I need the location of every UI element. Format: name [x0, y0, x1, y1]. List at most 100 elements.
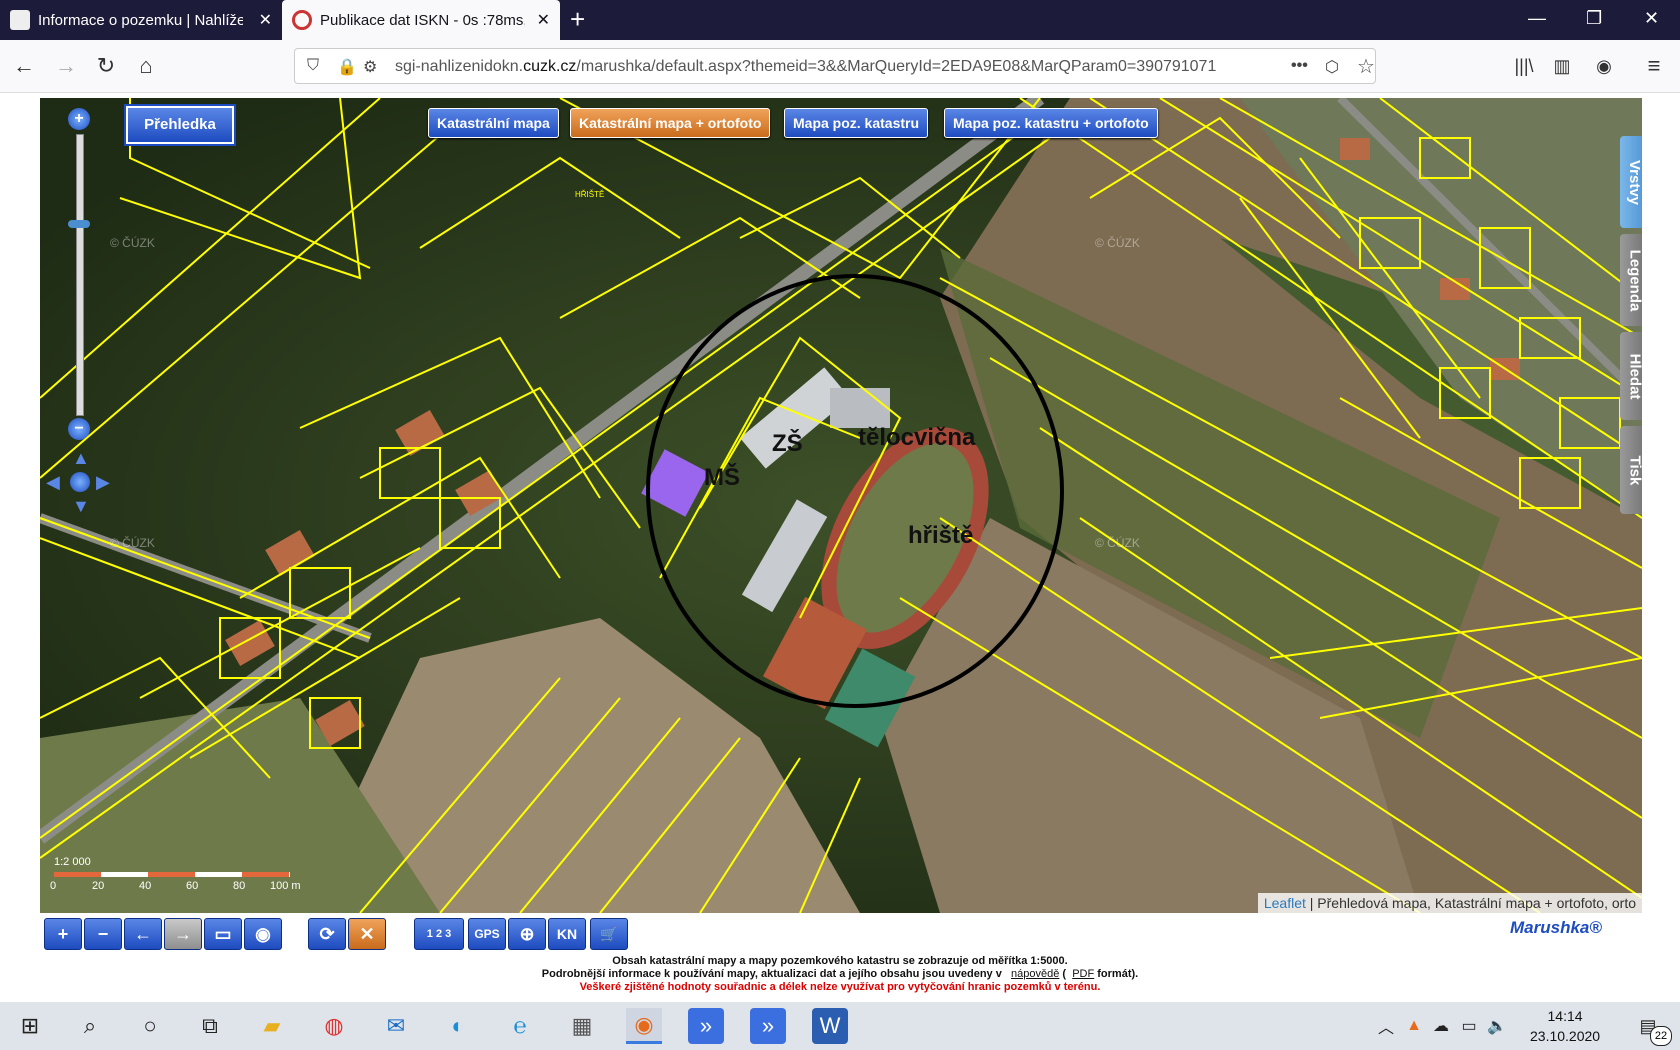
notification-count-badge: 22	[1650, 1026, 1672, 1046]
address-bar[interactable]: ⛉ 🔒 ⚙ sgi-nahlizenidokn.cuzk.cz/marushka…	[294, 48, 1376, 84]
minimize-icon[interactable]: —	[1528, 8, 1546, 29]
refresh-button[interactable]: ⟳	[308, 918, 346, 950]
browser-tab-strip: Informace o pozemku | Nahlížení do katas…	[0, 0, 1680, 40]
zoom-in-icon[interactable]: +	[68, 108, 90, 130]
restore-icon[interactable]: ❐	[1586, 8, 1602, 29]
full-extent-button[interactable]: ◉	[244, 918, 282, 950]
map-attribution: Leaflet | Přehledová mapa, Katastrální m…	[1257, 893, 1642, 913]
start-windows-icon[interactable]: ⊞	[12, 1008, 48, 1044]
chrome-icon[interactable]: ◍	[316, 1008, 352, 1044]
side-tab-label: Tisk	[1626, 455, 1643, 485]
shield-icon[interactable]: ⛉	[307, 57, 319, 75]
outlook-icon[interactable]: ✉	[378, 1008, 414, 1044]
scale-tick-label: 40	[139, 880, 152, 892]
sidebar-icon[interactable]: ▥	[1548, 52, 1576, 80]
pdf-link[interactable]: PDF	[1072, 968, 1094, 980]
side-tab-label: Vrstvy	[1626, 159, 1642, 205]
tab-informace-o-pozemku[interactable]: Informace o pozemku | Nahlížení do katas…	[0, 0, 282, 40]
file-explorer-icon[interactable]: ▰	[254, 1008, 290, 1044]
page-actions-icon[interactable]: •••	[1291, 57, 1308, 75]
label-telocvicna: tělocvična	[858, 424, 976, 451]
locate-button[interactable]: ⊕	[508, 918, 546, 950]
layer-katastralni-mapa-button[interactable]: Katastrální mapa	[428, 108, 559, 138]
network-icon[interactable]: ▭	[1458, 1008, 1480, 1044]
remote-app-icon[interactable]: »	[750, 1008, 786, 1044]
close-tab-icon[interactable]: ✕	[537, 10, 550, 30]
label-zs: ZŠ	[772, 430, 803, 457]
cortana-icon[interactable]: ○	[132, 1008, 168, 1044]
permissions-icon[interactable]: ⚙	[363, 57, 377, 77]
pan-down-icon[interactable]: ▼	[72, 496, 90, 517]
search-icon[interactable]: ⌕	[72, 1008, 108, 1044]
next-view-button[interactable]: →	[164, 918, 202, 950]
overview-map-button[interactable]: Přehledka	[124, 104, 236, 146]
leaflet-link[interactable]: Leaflet	[1264, 895, 1306, 911]
new-tab-button[interactable]: +	[570, 4, 585, 35]
zoom-in-button[interactable]: +	[44, 918, 82, 950]
side-tab-hledat[interactable]: Hledat	[1620, 332, 1642, 420]
remote-app-icon[interactable]: »	[688, 1008, 724, 1044]
tab-publikace-dat-iskn[interactable]: Publikace dat ISKN - 0s :78ms, ... ✕	[282, 0, 560, 40]
windows-taskbar: ⊞ ⌕ ○ ⧉ ▰ ◍ ✉ ◐ ℮ ▦ ◉ » » W ︿ ▲ ☁ ▭ 🔈 14…	[0, 1002, 1680, 1050]
gps-button[interactable]: GPS	[468, 918, 506, 950]
measure-button[interactable]: 1 2 3	[414, 918, 464, 950]
word-icon[interactable]: W	[812, 1008, 848, 1044]
pan-right-icon[interactable]: ▶	[96, 472, 110, 493]
clock[interactable]: 14:14 23.10.2020	[1530, 1006, 1600, 1046]
kn-button[interactable]: KN	[548, 918, 586, 950]
watermark-label: © ČÚZK	[110, 236, 155, 250]
layer-mapa-poz-katastru-button[interactable]: Mapa poz. katastru	[784, 108, 929, 138]
zoom-out-icon[interactable]: −	[68, 418, 90, 440]
layer-mapa-poz-katastru-ortofoto-button[interactable]: Mapa poz. katastru + ortofoto	[944, 108, 1158, 138]
insecure-lock-icon[interactable]: 🔒	[337, 57, 357, 77]
volume-icon[interactable]: 🔈	[1486, 1008, 1508, 1044]
label-hriste: hřiště	[908, 522, 974, 549]
help-link[interactable]: nápovědě	[1011, 968, 1059, 980]
pocket-icon[interactable]: ⬡	[1325, 57, 1339, 77]
forward-icon[interactable]: →	[52, 52, 80, 80]
layer-katastralni-mapa-ortofoto-button[interactable]: Katastrální mapa + ortofoto	[570, 108, 771, 138]
bookmark-star-icon[interactable]: ☆	[1357, 54, 1375, 79]
clock-time: 14:14	[1547, 1008, 1583, 1024]
info-line-2: Podrobnější informace k používání mapy, …	[0, 968, 1680, 980]
clock-date: 23.10.2020	[1530, 1028, 1601, 1044]
home-icon[interactable]: ⌂	[132, 52, 160, 80]
attribution-text: | Přehledová mapa, Katastrální mapa + or…	[1305, 895, 1636, 911]
close-window-icon[interactable]: ✕	[1644, 8, 1659, 29]
pan-control[interactable]: ▲ ◀ ▶ ▼	[46, 448, 116, 518]
menu-icon[interactable]: ≡	[1640, 52, 1668, 80]
internet-explorer-icon[interactable]: ℮	[502, 1008, 538, 1044]
side-tab-vrstvy[interactable]: Vrstvy	[1620, 136, 1642, 228]
cancel-button[interactable]: ✕	[348, 918, 386, 950]
pan-center-icon[interactable]	[70, 472, 90, 492]
pan-up-icon[interactable]: ▲	[72, 448, 90, 469]
firefox-icon[interactable]: ◉	[626, 1008, 662, 1044]
zoom-out-button[interactable]: −	[84, 918, 122, 950]
map-canvas[interactable]: © ČÚZK © ČÚZK © ČÚZK © ČÚZK HŘIŠTĚ MŠ ZŠ…	[40, 98, 1642, 913]
info-text: formát).	[1097, 968, 1139, 980]
previous-view-button[interactable]: ←	[124, 918, 162, 950]
task-view-icon[interactable]: ⧉	[192, 1008, 228, 1044]
ortophoto-with-parcels	[40, 98, 1642, 913]
library-icon[interactable]: |||\	[1510, 52, 1538, 80]
side-tab-legenda[interactable]: Legenda	[1620, 234, 1642, 326]
side-tab-tisk[interactable]: Tisk	[1620, 426, 1642, 514]
calculator-icon[interactable]: ▦	[564, 1008, 600, 1044]
account-icon[interactable]: ◉	[1590, 52, 1618, 80]
show-hidden-icons-icon[interactable]: ︿	[1376, 1008, 1396, 1044]
back-icon[interactable]: ←	[10, 52, 38, 80]
zoom-slider-handle[interactable]	[68, 220, 90, 228]
tray-app-icon[interactable]: ▲	[1404, 1008, 1424, 1044]
info-text: Podrobnější informace k používání mapy, …	[541, 968, 1002, 980]
zoom-slider[interactable]	[76, 134, 84, 416]
reload-icon[interactable]: ↻	[92, 52, 120, 80]
zoom-rectangle-button[interactable]: ▭	[204, 918, 242, 950]
marushka-logo: Marushka®	[1510, 918, 1602, 937]
pan-left-icon[interactable]: ◀	[46, 472, 60, 493]
url-prefix: sgi-nahlizenidokn.	[395, 58, 524, 75]
close-tab-icon[interactable]: ✕	[259, 10, 272, 30]
shopping-cart-button[interactable]: 🛒	[590, 918, 628, 950]
onedrive-icon[interactable]: ☁	[1430, 1008, 1452, 1044]
tab-title: Informace o pozemku | Nahlížení do katas…	[38, 11, 243, 29]
edge-icon[interactable]: ◐	[440, 1008, 476, 1044]
